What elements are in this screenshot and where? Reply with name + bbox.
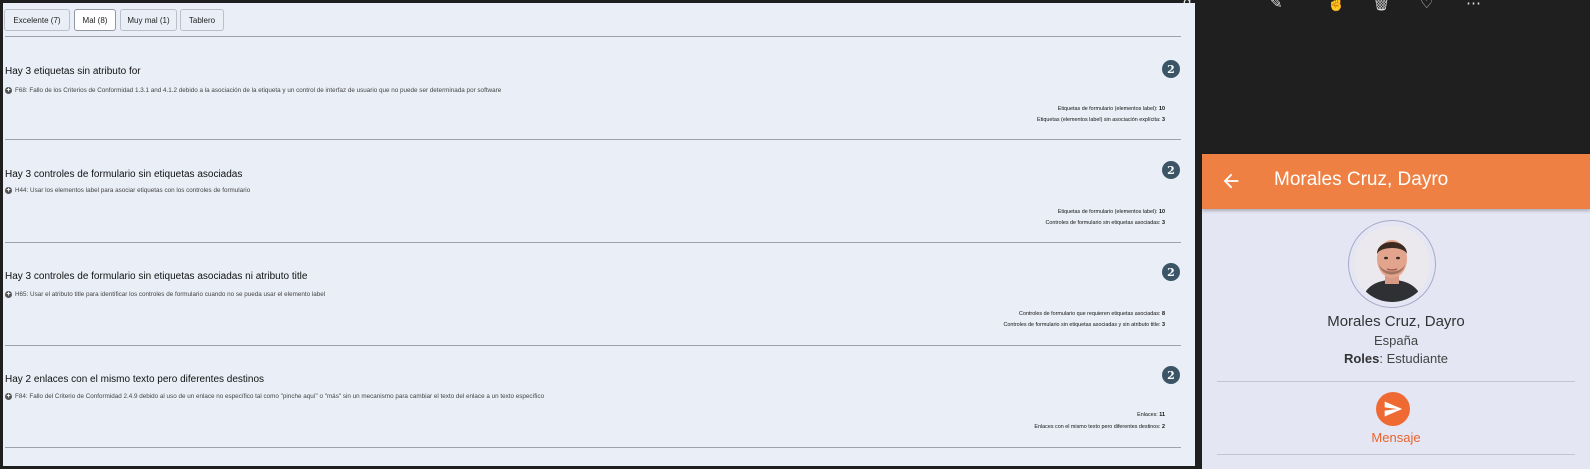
divider (1217, 381, 1575, 382)
tab-muy-mal[interactable]: Muy mal (1) (120, 9, 177, 31)
send-message-button[interactable] (1376, 392, 1410, 426)
stat-line: Enlaces: 11 (1137, 412, 1165, 418)
heart-icon[interactable]: ♡ (1420, 0, 1433, 12)
profile-panel: Morales Cruz, Dayro Morales Cruz, Dayro … (1202, 154, 1590, 469)
expand-plus-icon[interactable]: + (5, 187, 12, 194)
back-arrow-icon[interactable] (1220, 170, 1242, 192)
profile-roles: Roles: Estudiante (1202, 351, 1590, 366)
stat-line: Etiquetas de formulario (elementos label… (1057, 209, 1165, 215)
roles-label: Roles (1343, 351, 1380, 366)
issue-item: Hay 2 enlaces con el mismo texto pero di… (3, 346, 1183, 446)
issue-title: Hay 2 enlaces con el mismo texto pero di… (5, 374, 265, 385)
issue-count-badge: 2 (1162, 366, 1180, 384)
technique-link[interactable]: + F84: Fallo del Criterio de Conformidad… (5, 393, 544, 400)
issue-count-badge: 2 (1162, 263, 1180, 281)
avatar-photo (1354, 226, 1430, 302)
technique-text: F68: Fallo de los Criterios de Conformid… (15, 87, 502, 94)
technique-text: H65: Usar el atributo title para identif… (15, 291, 326, 298)
more-icon[interactable]: ⋯ (1466, 0, 1481, 12)
divider (1217, 454, 1575, 455)
header-title: Morales Cruz, Dayro (1274, 169, 1449, 190)
tab-tablero[interactable]: Tablero (180, 9, 224, 31)
technique-link[interactable]: + H44: Usar los elementos label para aso… (5, 187, 250, 194)
roles-value: : Estudiante (1379, 351, 1449, 366)
issue-count-badge: 2 (1162, 60, 1180, 78)
divider (5, 447, 1181, 448)
profile-country: España (1373, 333, 1419, 348)
avatar (1348, 220, 1436, 308)
tab-excelente[interactable]: Excelente (7) (4, 9, 70, 31)
edit-icon[interactable]: ✎ (1270, 0, 1283, 12)
issue-item: Hay 3 controles de formulario sin etique… (3, 140, 1183, 240)
accessibility-report-panel: Excelente (7) Mal (8) Muy mal (1) Tabler… (3, 3, 1195, 466)
expand-plus-icon[interactable]: + (5, 291, 12, 298)
hand-icon[interactable]: ☝ (1327, 0, 1346, 12)
issue-title: Hay 3 etiquetas sin atributo for (5, 66, 141, 77)
expand-plus-icon[interactable]: + (5, 393, 12, 400)
issue-item: Hay 3 etiquetas sin atributo for 2 + F68… (3, 37, 1183, 137)
message-label[interactable]: Mensaje (1202, 430, 1590, 445)
stat-line: Controles de formulario que requieren et… (1019, 311, 1165, 317)
issue-item: Hay 3 controles de formulario sin etique… (3, 243, 1183, 343)
profile-name: Morales Cruz, Dayro (1327, 313, 1465, 330)
stat-line: Etiquetas (elementos label) sin asociaci… (1037, 117, 1165, 123)
stat-line: Controles de formulario sin etiquetas as… (1003, 322, 1165, 328)
stat-line: Etiquetas de formulario (elementos label… (1057, 106, 1165, 112)
send-icon (1384, 401, 1403, 417)
tab-mal[interactable]: Mal (8) (74, 9, 116, 31)
trash-icon[interactable]: 🗑 (1372, 0, 1391, 12)
issue-title: Hay 3 controles de formulario sin etique… (5, 169, 243, 180)
technique-link[interactable]: + F68: Fallo de los Criterios de Conform… (5, 87, 501, 94)
technique-text: F84: Fallo del Criterio de Conformidad 2… (15, 393, 545, 400)
stat-line: Enlaces con el mismo texto pero diferent… (1034, 424, 1165, 430)
issue-title: Hay 3 controles de formulario sin etique… (5, 271, 308, 282)
profile-header: Morales Cruz, Dayro (1202, 154, 1590, 209)
technique-link[interactable]: + H65: Usar el atributo title para ident… (5, 291, 325, 298)
stat-line: Controles de formulario sin etiquetas as… (1045, 220, 1165, 226)
person-photo-icon (1354, 226, 1430, 302)
expand-plus-icon[interactable]: + (5, 87, 12, 94)
technique-text: H44: Usar los elementos label para asoci… (15, 187, 251, 194)
issue-count-badge: 2 (1162, 161, 1180, 179)
